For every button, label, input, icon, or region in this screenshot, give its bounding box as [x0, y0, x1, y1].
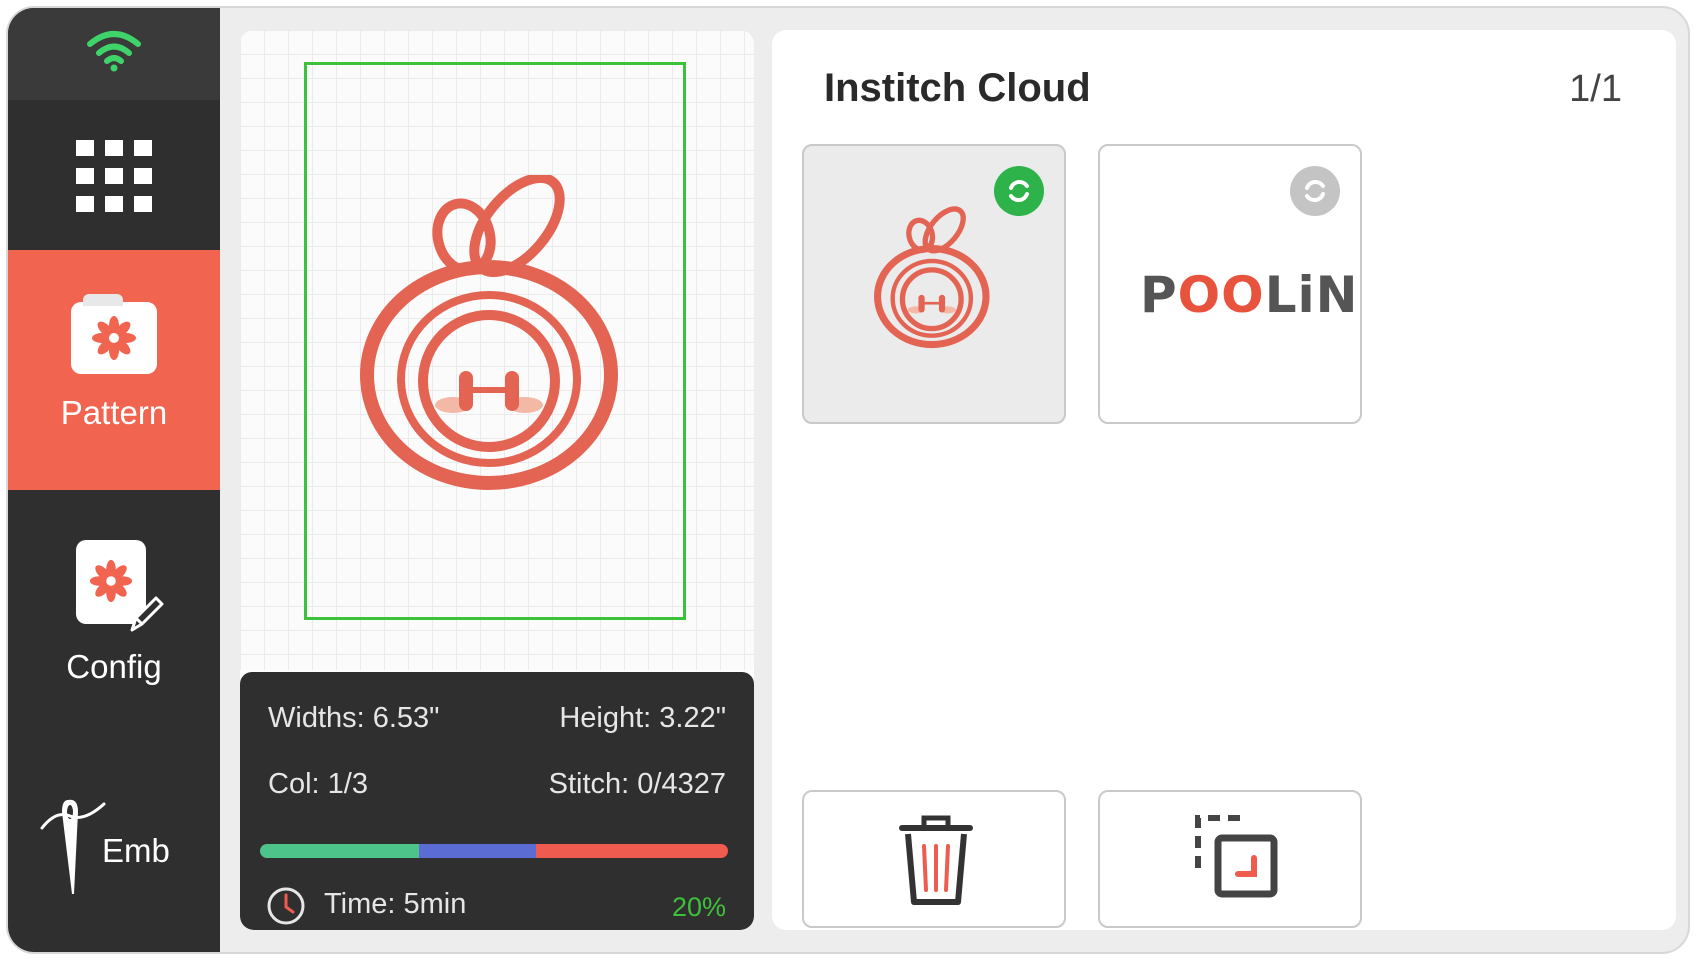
sidebar: Pattern Config Emb — [8, 8, 220, 952]
sidebar-item-emb[interactable]: Emb — [8, 778, 220, 918]
device-screen: Pattern Config Emb Widths: 6.53" Height:… — [8, 8, 1688, 952]
color-count: Col: 1/3 — [268, 768, 368, 800]
sidebar-item-config[interactable]: Config — [8, 528, 220, 728]
progress-segment — [536, 844, 728, 858]
sidebar-item-label: Config — [66, 648, 162, 685]
preview-canvas[interactable] — [240, 30, 754, 670]
sidebar-item-pattern[interactable]: Pattern — [8, 250, 220, 490]
sync-on-icon — [994, 166, 1044, 216]
bunny-design — [360, 175, 618, 490]
status-bar — [8, 8, 220, 100]
copy-icon — [1195, 815, 1278, 898]
clock-icon — [267, 887, 305, 925]
page-indicator: 1/1 — [1569, 68, 1622, 110]
hoop-frame — [304, 62, 686, 620]
delete-button[interactable] — [802, 790, 1066, 928]
stitch-count: Stitch: 0/4327 — [548, 768, 726, 800]
page-title: Institch Cloud — [824, 66, 1091, 110]
needle-icon — [40, 799, 106, 894]
copy-button[interactable] — [1098, 790, 1362, 928]
cloud-library-panel: Institch Cloud 1/1 POOLiN — [772, 30, 1676, 930]
wifi-icon — [87, 31, 141, 72]
sidebar-item-label: Pattern — [60, 394, 168, 431]
time-estimate: Time: 5min — [324, 888, 467, 920]
pattern-preview-panel: Widths: 6.53" Height: 3.22" Col: 1/3 Sti… — [240, 30, 754, 930]
apps-menu-button[interactable] — [8, 100, 220, 250]
pattern-info-panel: Widths: 6.53" Height: 3.22" Col: 1/3 Sti… — [240, 672, 754, 930]
height-value: Height: 3.22" — [559, 702, 726, 734]
progress-percent: 20% — [671, 892, 726, 922]
color-progress-bar — [260, 844, 728, 858]
sync-off-icon — [1290, 166, 1340, 216]
bunny-thumbnail-art — [874, 206, 990, 349]
design-thumbnail-poolin[interactable]: POOLiN — [1098, 144, 1362, 424]
progress-segment — [419, 844, 537, 858]
trash-icon — [899, 815, 973, 905]
grid-apps-icon — [76, 140, 152, 212]
width-value: Widths: 6.53" — [268, 702, 440, 734]
sidebar-item-label: Emb — [102, 832, 170, 869]
poolin-logo: POOLiN — [1140, 266, 1359, 324]
folder-flower-icon — [71, 294, 157, 374]
pencil-icon — [130, 596, 164, 632]
design-thumbnail-bunny[interactable] — [802, 144, 1066, 424]
progress-segment — [260, 844, 420, 858]
